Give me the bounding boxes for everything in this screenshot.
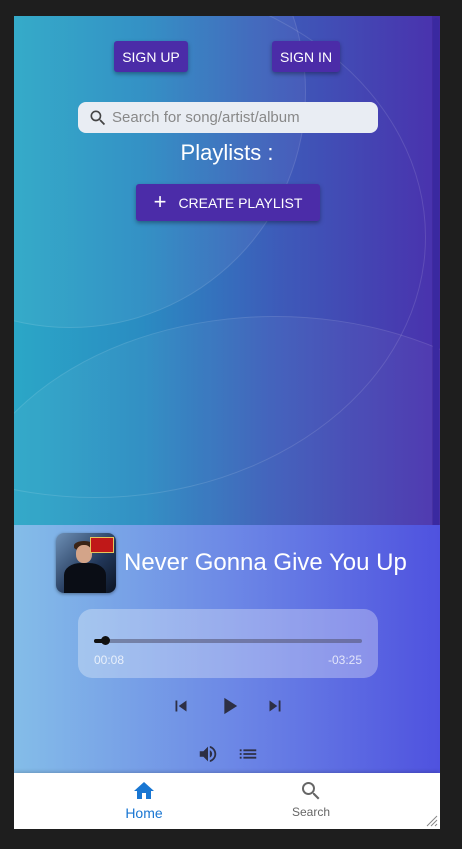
- queue-button[interactable]: [237, 743, 259, 765]
- queue-icon: [239, 749, 257, 759]
- skip-previous-button[interactable]: [170, 695, 192, 717]
- resize-grip-icon[interactable]: [424, 813, 438, 827]
- search-bar[interactable]: [78, 102, 378, 133]
- skip-next-button[interactable]: [264, 695, 286, 717]
- scrollbar-thumb[interactable]: [433, 18, 439, 538]
- volume-icon: [199, 745, 217, 763]
- search-input[interactable]: [110, 108, 364, 127]
- play-button[interactable]: [215, 692, 243, 720]
- current-time: 00:08: [94, 653, 125, 667]
- nav-home[interactable]: Home: [99, 779, 189, 821]
- nav-search[interactable]: Search: [266, 779, 356, 819]
- play-icon: [224, 697, 238, 715]
- progress-thumb[interactable]: [100, 636, 110, 645]
- volume-button[interactable]: [197, 743, 219, 765]
- plus-icon: +: [153, 188, 167, 214]
- remaining-time: -03:25: [327, 653, 362, 667]
- scrollbar[interactable]: [432, 16, 440, 544]
- progress-panel: 00:08 -03:25: [78, 609, 378, 678]
- create-playlist-button[interactable]: + CREATE PLAYLIST: [136, 184, 320, 221]
- sign-in-button[interactable]: SIGN IN: [272, 41, 340, 72]
- skip-next-icon: [269, 700, 281, 712]
- bottom-navigation: Home Search: [14, 773, 440, 829]
- skip-previous-icon: [175, 700, 187, 712]
- search-icon: [90, 110, 106, 125]
- sign-up-button[interactable]: SIGN UP: [114, 41, 188, 72]
- nav-search-label: Search: [291, 805, 331, 819]
- song-title: Never Gonna Give You Up: [124, 549, 407, 576]
- home-icon: [134, 782, 154, 799]
- nav-home-label: Home: [125, 805, 163, 821]
- progress-slider[interactable]: [94, 636, 362, 645]
- album-art: [56, 533, 116, 593]
- create-playlist-label: CREATE PLAYLIST: [178, 194, 303, 211]
- player-panel: Never Gonna Give You Up 00:08 -03:25: [14, 525, 440, 773]
- main-content: SIGN UP SIGN IN Playlists : + CREATE PLA…: [14, 16, 440, 525]
- app-window: SIGN UP SIGN IN Playlists : + CREATE PLA…: [14, 16, 440, 829]
- playlists-heading: Playlists :: [180, 140, 274, 165]
- search-icon: [302, 782, 320, 800]
